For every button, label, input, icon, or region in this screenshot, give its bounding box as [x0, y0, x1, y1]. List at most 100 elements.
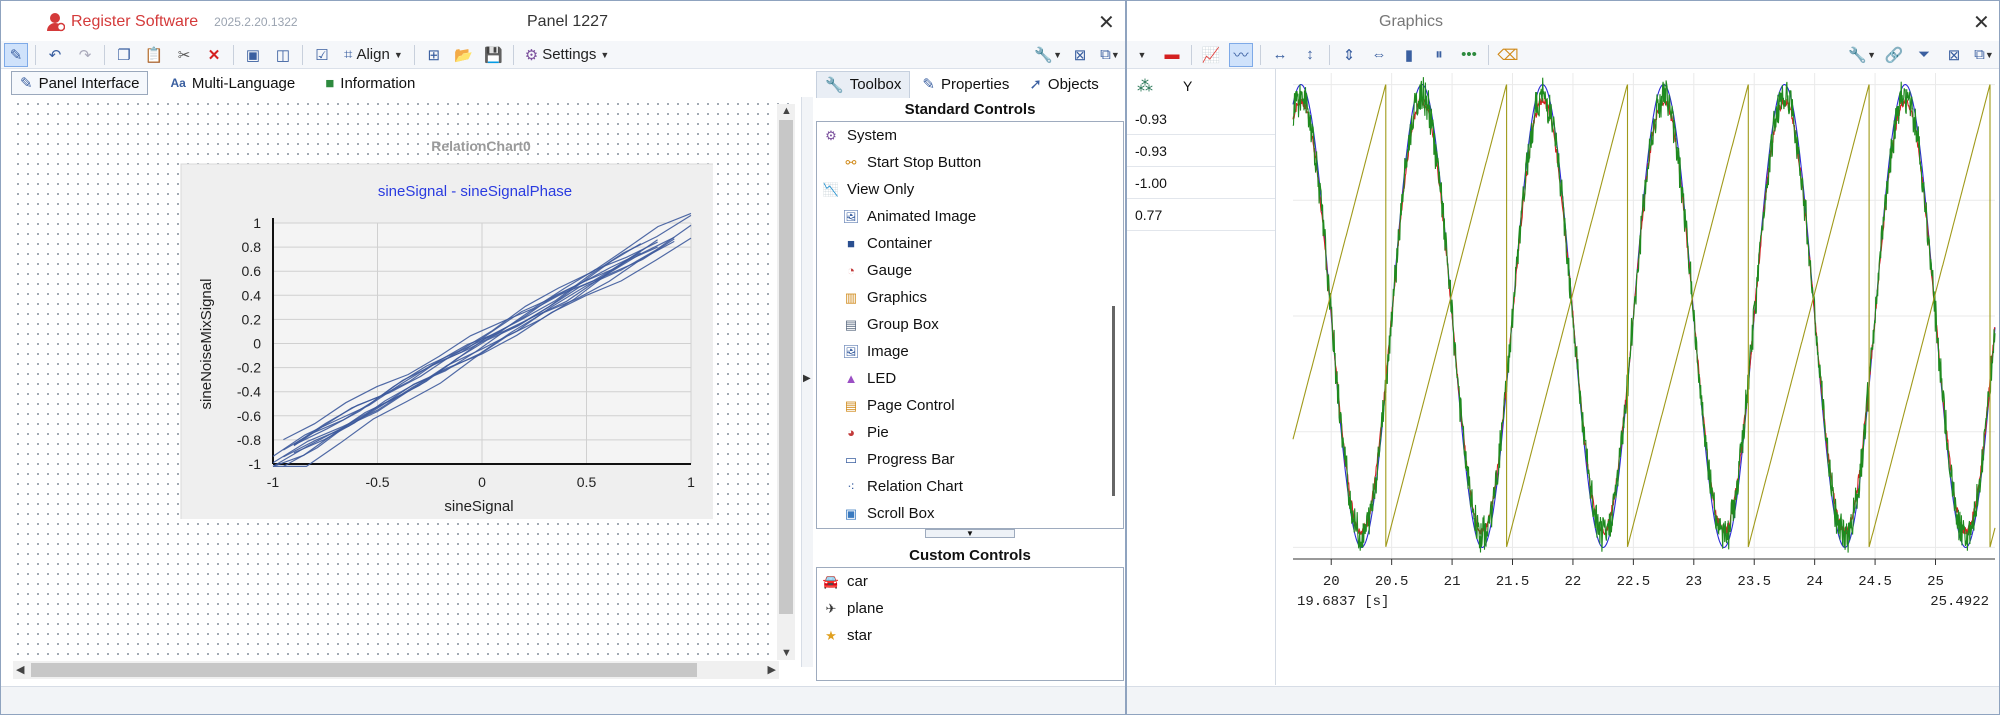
close-window-icon[interactable]: ⊠: [1068, 43, 1092, 67]
list-item[interactable]: 📉 View Only: [817, 176, 1123, 203]
plane-icon: ✈: [825, 600, 837, 616]
list-item[interactable]: ▤ Group Box: [817, 311, 1123, 338]
panel-divider[interactable]: [1275, 69, 1276, 685]
scroll-thumb[interactable]: [31, 663, 697, 677]
tab-toolbox[interactable]: 🔧 Toolbox: [816, 70, 911, 98]
list-item[interactable]: ⚯ Start Stop Button: [817, 149, 1123, 176]
add-page-button[interactable]: ⊞: [422, 43, 446, 67]
list-scrollbar[interactable]: [1112, 306, 1115, 496]
list-item-label: Gauge: [867, 262, 913, 279]
toolbox-panel: 🔧 Toolbox ✎ Properties ➚ Objects Standard C…: [816, 69, 1124, 683]
custom-controls-list[interactable]: 🚘 car ✈ plane ★ star: [816, 567, 1124, 681]
list-item-label: car: [847, 573, 868, 590]
list-item[interactable]: ▣ Scroll Box: [817, 500, 1123, 527]
relation-chart-svg[interactable]: RelationChart0 sineSignal - sineSignalPha…: [13, 99, 713, 519]
list-item[interactable]: ⁖ Relation Chart: [817, 473, 1123, 500]
list-expander[interactable]: ▼: [816, 529, 1124, 539]
tab-label: Panel Interface: [38, 74, 140, 92]
multi-line-chart-icon[interactable]: 〰: [1229, 42, 1253, 67]
list-item[interactable]: ★ star: [817, 622, 1123, 649]
close-window-icon[interactable]: ⊠: [1942, 43, 1966, 67]
open-folder-button[interactable]: 📂: [452, 43, 476, 67]
caret-down-icon[interactable]: ▼: [1130, 43, 1154, 67]
standard-controls-list[interactable]: ⚙ System ⚯ Start Stop Button 📉 View Only 🖼 Anim…: [816, 121, 1124, 529]
send-back-button[interactable]: ◫: [271, 43, 295, 67]
close-graphics-button[interactable]: ✕: [1973, 10, 1990, 35]
list-item[interactable]: ▭ Progress Bar: [817, 446, 1123, 473]
split-vertical-icon[interactable]: ⇕: [1337, 43, 1361, 67]
window-layout-icon[interactable]: ⧉ ▼: [1098, 43, 1122, 67]
paste-button[interactable]: 📋: [142, 43, 166, 67]
scroll-thumb[interactable]: [779, 120, 793, 614]
toolbar-separator: [1191, 44, 1192, 65]
bring-front-button[interactable]: ▣: [241, 43, 265, 67]
split-horizontal-icon[interactable]: ⇔: [1367, 43, 1391, 67]
cursor-value-table: ⁂ Y -0.93 -0.93 -1.00 0.77: [1127, 69, 1275, 231]
close-panel-button[interactable]: ✕: [1098, 10, 1115, 35]
list-item[interactable]: ✈ plane: [817, 595, 1123, 622]
square-icon: ■: [847, 236, 855, 251]
scroll-up-arrow[interactable]: ▲: [781, 105, 792, 117]
undo-button[interactable]: ↶: [43, 43, 67, 67]
tab-properties[interactable]: ✎ Properties: [914, 71, 1017, 97]
list-item-label: System: [847, 127, 898, 144]
eraser-icon[interactable]: ⌫: [1496, 43, 1520, 67]
wrench-icon[interactable]: 🔧 ▼: [1034, 43, 1062, 67]
tab-panel-interface[interactable]: ✎ Panel Interface: [11, 71, 149, 95]
tab-objects[interactable]: ➚ Objects: [1021, 71, 1106, 97]
wrench-icon[interactable]: 🔧 ▼: [1848, 43, 1876, 67]
list-item[interactable]: ■ Container: [817, 230, 1123, 257]
fit-vertical-icon[interactable]: ↕: [1298, 43, 1322, 67]
scroll-down-arrow[interactable]: ▼: [781, 647, 792, 659]
graphics-plot[interactable]: 20 20.5 21 21.5 22 22.5 23 23.5 24 24.5 25 19.6837 …: [1291, 69, 1997, 635]
cut-icon[interactable]: ✂: [172, 43, 196, 67]
scroll-right-arrow[interactable]: ▶: [768, 663, 776, 676]
link-icon[interactable]: 🔗: [1882, 43, 1906, 67]
app-name: Register Software: [71, 13, 199, 30]
graphics-title: Graphics: [1379, 13, 1444, 30]
list-item[interactable]: 🖼 Image: [817, 338, 1123, 365]
gear-icon: ⚙: [524, 46, 539, 64]
more-icon[interactable]: •••: [1457, 43, 1481, 67]
pause-icon[interactable]: ⏸: [1427, 43, 1451, 67]
canvas-vertical-scrollbar[interactable]: ▲ ▼: [777, 104, 795, 660]
time-series-svg[interactable]: 20 20.5 21 21.5 22 22.5 23 23.5 24 24.5 25 19.6837 …: [1291, 69, 1997, 635]
cursor-bar-icon[interactable]: ▮: [1397, 43, 1421, 67]
fit-horizontal-icon[interactable]: ↔: [1268, 43, 1292, 67]
redo-button[interactable]: ↷: [73, 43, 97, 67]
panel-splitter[interactable]: ▶: [801, 97, 813, 667]
list-item[interactable]: ▤ Page Control: [817, 392, 1123, 419]
tab-multi-language[interactable]: Aa Multi-Language: [162, 73, 303, 94]
groupbox-icon: ▤: [844, 316, 858, 332]
toolbox-tabs: 🔧 Toolbox ✎ Properties ➚ Objects: [816, 69, 1124, 99]
chevron-down-icon[interactable]: ▼: [925, 529, 1015, 538]
copy-button[interactable]: ❐: [112, 43, 136, 67]
remove-icon[interactable]: ▬: [1160, 43, 1184, 67]
delete-button[interactable]: ✕: [202, 43, 226, 67]
table-row: -0.93: [1127, 135, 1275, 167]
register-software-button[interactable]: Register Software 2025.2.20.1322: [47, 12, 298, 32]
edit-pencil-button[interactable]: ✎: [4, 42, 28, 67]
list-item[interactable]: ▲ LED: [817, 365, 1123, 392]
align-dropdown[interactable]: ⌗ Align ▼: [340, 43, 407, 67]
list-item[interactable]: 🖼 Animated Image: [817, 203, 1123, 230]
list-item[interactable]: ▥ Graphics: [817, 284, 1123, 311]
tab-information[interactable]: ■ Information: [317, 73, 423, 94]
checkbox-select-button[interactable]: ☑: [310, 43, 334, 67]
y-axis-label: sineNoiseMixSignal: [198, 279, 215, 410]
filter-icon[interactable]: ⏷: [1912, 43, 1936, 67]
design-canvas[interactable]: RelationChart0 sineSignal - sineSignalPha…: [13, 99, 795, 661]
save-button[interactable]: 💾: [482, 43, 506, 67]
window-layout-icon[interactable]: ⧉ ▼: [1972, 43, 1996, 67]
chevron-right-icon[interactable]: ▶: [803, 373, 811, 384]
scroll-left-arrow[interactable]: ◀: [16, 663, 24, 676]
settings-dropdown[interactable]: ⚙ Settings ▼: [521, 43, 614, 67]
list-item[interactable]: ⚙ System: [817, 122, 1123, 149]
canvas-horizontal-scrollbar[interactable]: ◀ ▶: [13, 661, 779, 679]
toolbar-separator: [512, 44, 514, 65]
list-item[interactable]: ◔ Gauge: [817, 257, 1123, 284]
list-item[interactable]: 🚘 car: [817, 568, 1123, 595]
list-item[interactable]: ◕ Pie: [817, 419, 1123, 446]
x-tick-label: 24: [1806, 574, 1823, 590]
line-chart-icon[interactable]: 📈: [1199, 43, 1223, 67]
